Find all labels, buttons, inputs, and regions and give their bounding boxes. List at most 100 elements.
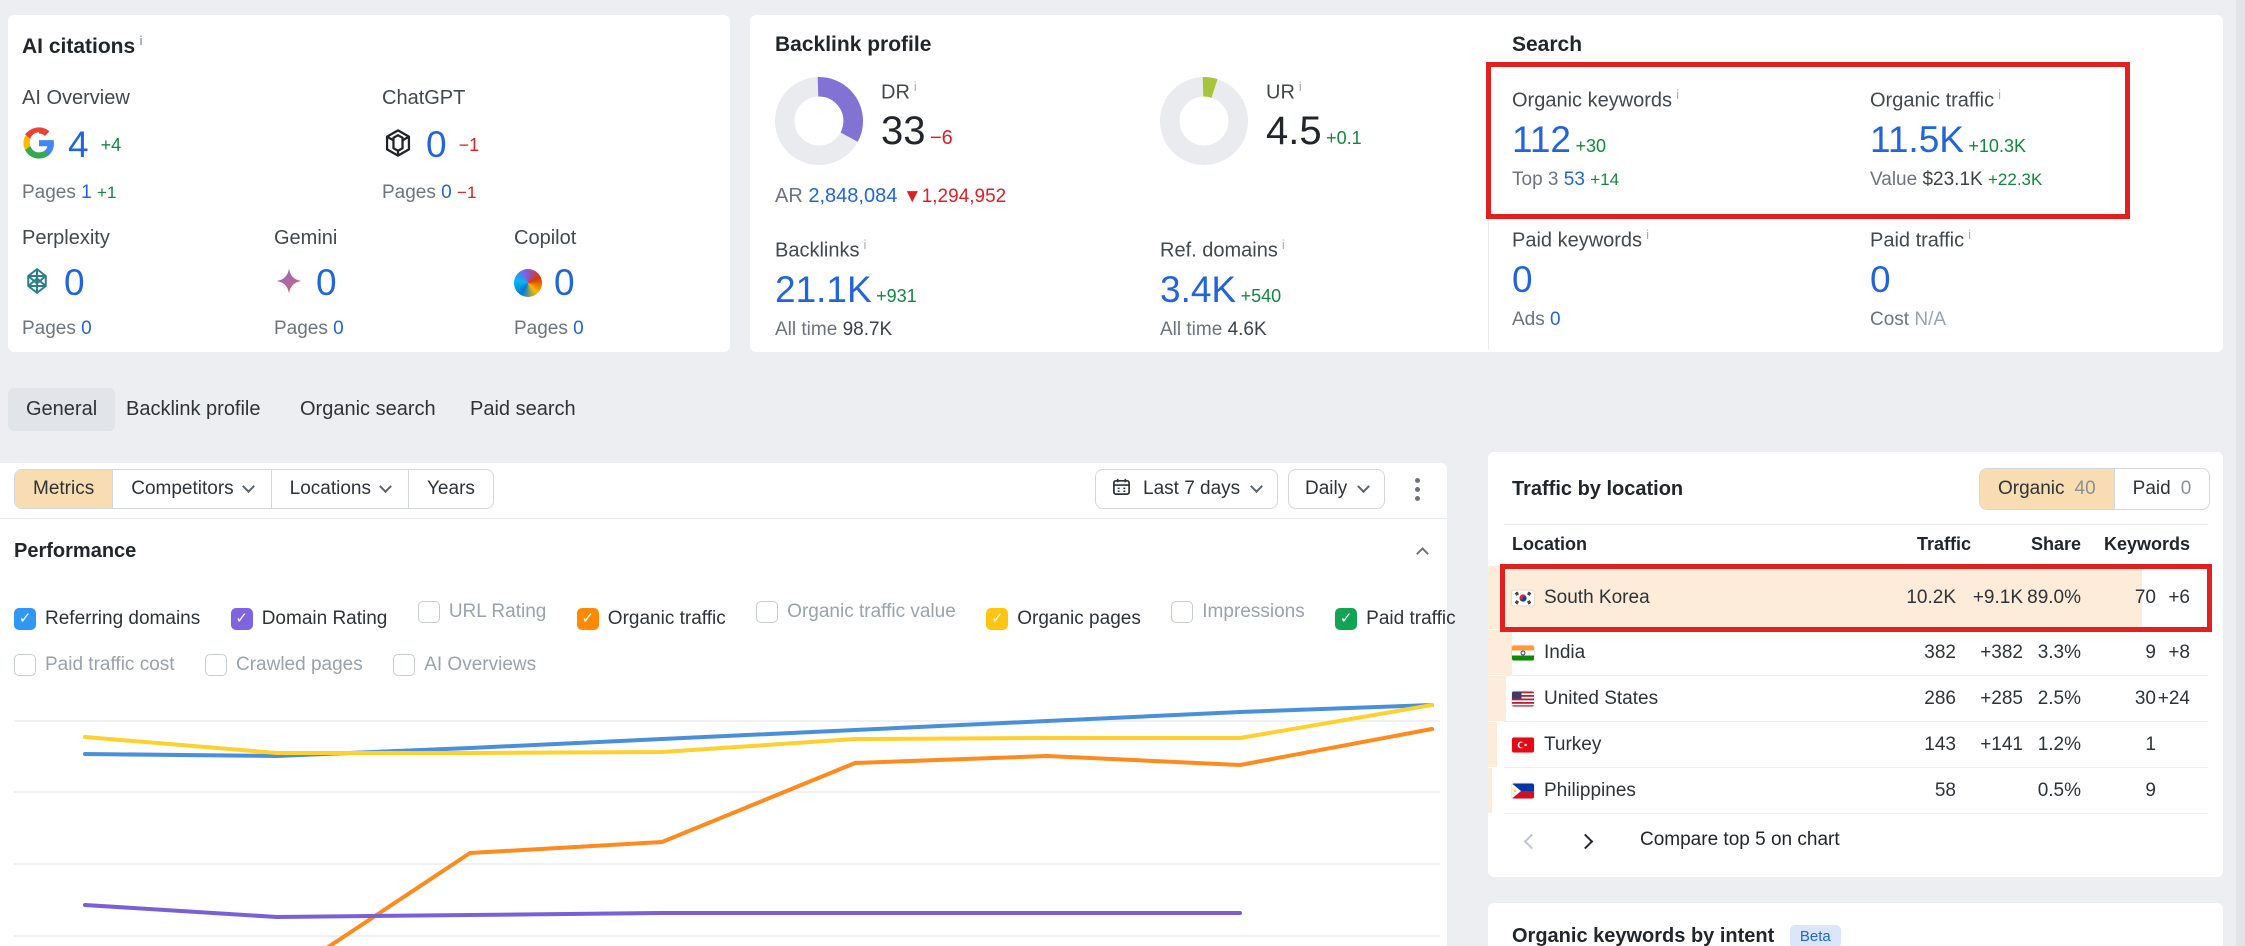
tab-organic-search[interactable]: Organic search [282, 388, 454, 431]
info-icon[interactable]: i [1299, 79, 1302, 94]
paid-traffic-label: Paid traffici [1870, 227, 1971, 253]
col-share[interactable]: Share [2031, 534, 2081, 555]
next-page-icon[interactable] [1578, 834, 1594, 850]
checkbox-icon: ✓ [577, 608, 599, 630]
traffic-by-location-title: Traffic by location [1512, 478, 1683, 501]
date-range-dropdown[interactable]: Last 7 days [1095, 469, 1278, 509]
checkbox-icon: ✓ [231, 608, 253, 630]
backlinks-value[interactable]: 21.1K [775, 269, 872, 310]
calendar-icon [1112, 477, 1131, 502]
metric-checkbox-organic-traffic-value[interactable]: Organic traffic value [756, 589, 956, 635]
tab-backlink-profile[interactable]: Backlink profile [108, 388, 279, 431]
main-panel: Metrics Competitors Locations Years Last… [0, 463, 1447, 946]
col-keywords[interactable]: Keywords [2104, 534, 2190, 555]
organic-traffic-value[interactable]: 11.5K [1870, 119, 1964, 160]
location-name[interactable]: South Korea [1544, 587, 1650, 609]
location-table-header: Location Traffic Share Keywords [1504, 534, 2208, 564]
metric-checkbox-url-rating[interactable]: URL Rating [418, 589, 547, 635]
metric-checkbox-referring-domains[interactable]: ✓Referring domains [14, 596, 200, 642]
info-icon[interactable]: i [914, 79, 917, 94]
organic-keywords-value[interactable]: 112 [1512, 119, 1571, 160]
metric-checkbox-impressions[interactable]: Impressions [1171, 589, 1304, 635]
location-name[interactable]: United States [1544, 688, 1658, 710]
location-row-turkey[interactable]: Turkey 143 +141 1.2% 1 [1504, 722, 2208, 768]
organic-keywords-block: Organic keywordsi 112 +30 Top 3 53 +14 [1512, 87, 1679, 191]
location-row-united-states[interactable]: United States 286 +285 2.5% 30 +24 [1504, 676, 2208, 722]
locations-dropdown[interactable]: Locations [272, 470, 409, 508]
metric-checkbox-paid-traffic[interactable]: ✓Paid traffic [1335, 596, 1455, 642]
chatgpt-value[interactable]: 0 [426, 124, 447, 166]
performance-line-chart[interactable] [0, 463, 1447, 946]
ref-domains-value[interactable]: 3.4K [1160, 269, 1236, 310]
metrics-button[interactable]: Metrics [15, 470, 113, 508]
paid-traffic-value[interactable]: 0 [1870, 259, 1891, 300]
info-icon[interactable]: i [139, 33, 143, 48]
checkbox-icon [14, 654, 36, 676]
metric-checkbox-crawled-pages[interactable]: Crawled pages [205, 642, 363, 688]
traffic-delta: +382 [1980, 642, 2023, 664]
keywords-value[interactable]: 70 [2135, 587, 2156, 609]
perplexity-value[interactable]: 0 [64, 262, 85, 304]
metric-checkbox-ai-overviews[interactable]: AI Overviews [393, 642, 536, 688]
years-button[interactable]: Years [409, 470, 493, 508]
copilot-value[interactable]: 0 [554, 262, 575, 304]
tab-general[interactable]: General [8, 388, 115, 431]
cost-row: Cost N/A [1870, 309, 1971, 331]
metric-checkbox-domain-rating[interactable]: ✓Domain Rating [231, 596, 388, 642]
google-icon [22, 126, 56, 165]
checkbox-icon [1171, 601, 1193, 623]
ai-overview-block: AI Overview 4 +4 Pages 1 +1 [22, 87, 130, 204]
organic-traffic-delta: +10.3K [1968, 136, 2026, 156]
info-icon[interactable]: i [1282, 237, 1285, 252]
metric-checkbox-organic-traffic[interactable]: ✓Organic traffic [577, 596, 726, 642]
keywords-delta: +8 [2168, 642, 2190, 664]
compare-top5-link[interactable]: Compare top 5 on chart [1640, 829, 1840, 851]
location-name[interactable]: Turkey [1544, 734, 1601, 756]
collapse-section-icon[interactable] [1416, 547, 1429, 560]
tab-paid-search[interactable]: Paid search [452, 388, 594, 431]
metric-checkbox-paid-traffic-cost[interactable]: Paid traffic cost [14, 642, 175, 688]
paid-keywords-label: Paid keywordsi [1512, 227, 1649, 253]
ref-domains-alltime: All time 4.6K [1160, 319, 1285, 341]
traffic-delta: +285 [1980, 688, 2023, 710]
granularity-dropdown[interactable]: Daily [1288, 469, 1385, 509]
ads-row: Ads 0 [1512, 309, 1649, 331]
info-icon[interactable]: i [1998, 87, 2001, 102]
location-row-india[interactable]: India 382 +382 3.3% 9 +8 [1504, 630, 2208, 676]
flag-south-korea-icon [1512, 590, 1534, 605]
prev-page-icon[interactable] [1524, 834, 1540, 850]
metric-checkbox-organic-pages[interactable]: ✓Organic pages [986, 596, 1141, 642]
ar-value[interactable]: 2,848,084 [808, 185, 897, 207]
keywords-value[interactable]: 30 [2135, 688, 2156, 710]
copilot-pages: Pages 0 [514, 318, 584, 340]
gemini-value[interactable]: 0 [316, 262, 337, 304]
location-name[interactable]: Philippines [1544, 780, 1636, 802]
paid-keywords-block: Paid keywordsi 0 Ads 0 [1512, 227, 1649, 331]
organic-keywords-label: Organic keywordsi [1512, 87, 1679, 113]
toggle-paid[interactable]: Paid 0 [2114, 469, 2210, 509]
keywords-value[interactable]: 9 [2145, 780, 2156, 802]
scrollbar[interactable] [2236, 0, 2245, 946]
share-value: 3.3% [2038, 642, 2081, 664]
info-icon[interactable]: i [863, 237, 866, 252]
info-icon[interactable]: i [1676, 87, 1679, 102]
ai-overview-value[interactable]: 4 [68, 124, 89, 166]
ur-value: 4.5 [1266, 109, 1322, 153]
location-name[interactable]: India [1544, 642, 1585, 664]
col-traffic[interactable]: Traffic [1917, 534, 1971, 555]
info-icon[interactable]: i [1968, 227, 1971, 242]
competitors-dropdown[interactable]: Competitors [113, 470, 271, 508]
location-row-south-korea[interactable]: South Korea 10.2K +9.1K 89.0% 70 +6 [1504, 566, 2208, 630]
more-options-button[interactable] [1415, 478, 1420, 501]
info-icon[interactable]: i [1646, 227, 1649, 242]
location-row-philippines[interactable]: Philippines 58 0.5% 9 [1504, 768, 2208, 814]
col-location[interactable]: Location [1512, 534, 1587, 555]
dr-value: 33 [881, 109, 926, 153]
keywords-value[interactable]: 9 [2145, 642, 2156, 664]
ar-row: AR 2,848,084 ▼1,294,952 [775, 185, 1006, 208]
toggle-organic[interactable]: Organic 40 [1980, 469, 2114, 509]
ar-delta: ▼1,294,952 [903, 186, 1006, 207]
paid-keywords-value[interactable]: 0 [1512, 259, 1533, 300]
traffic-value: 10.2K [1906, 587, 1956, 609]
keywords-value[interactable]: 1 [2145, 734, 2156, 756]
